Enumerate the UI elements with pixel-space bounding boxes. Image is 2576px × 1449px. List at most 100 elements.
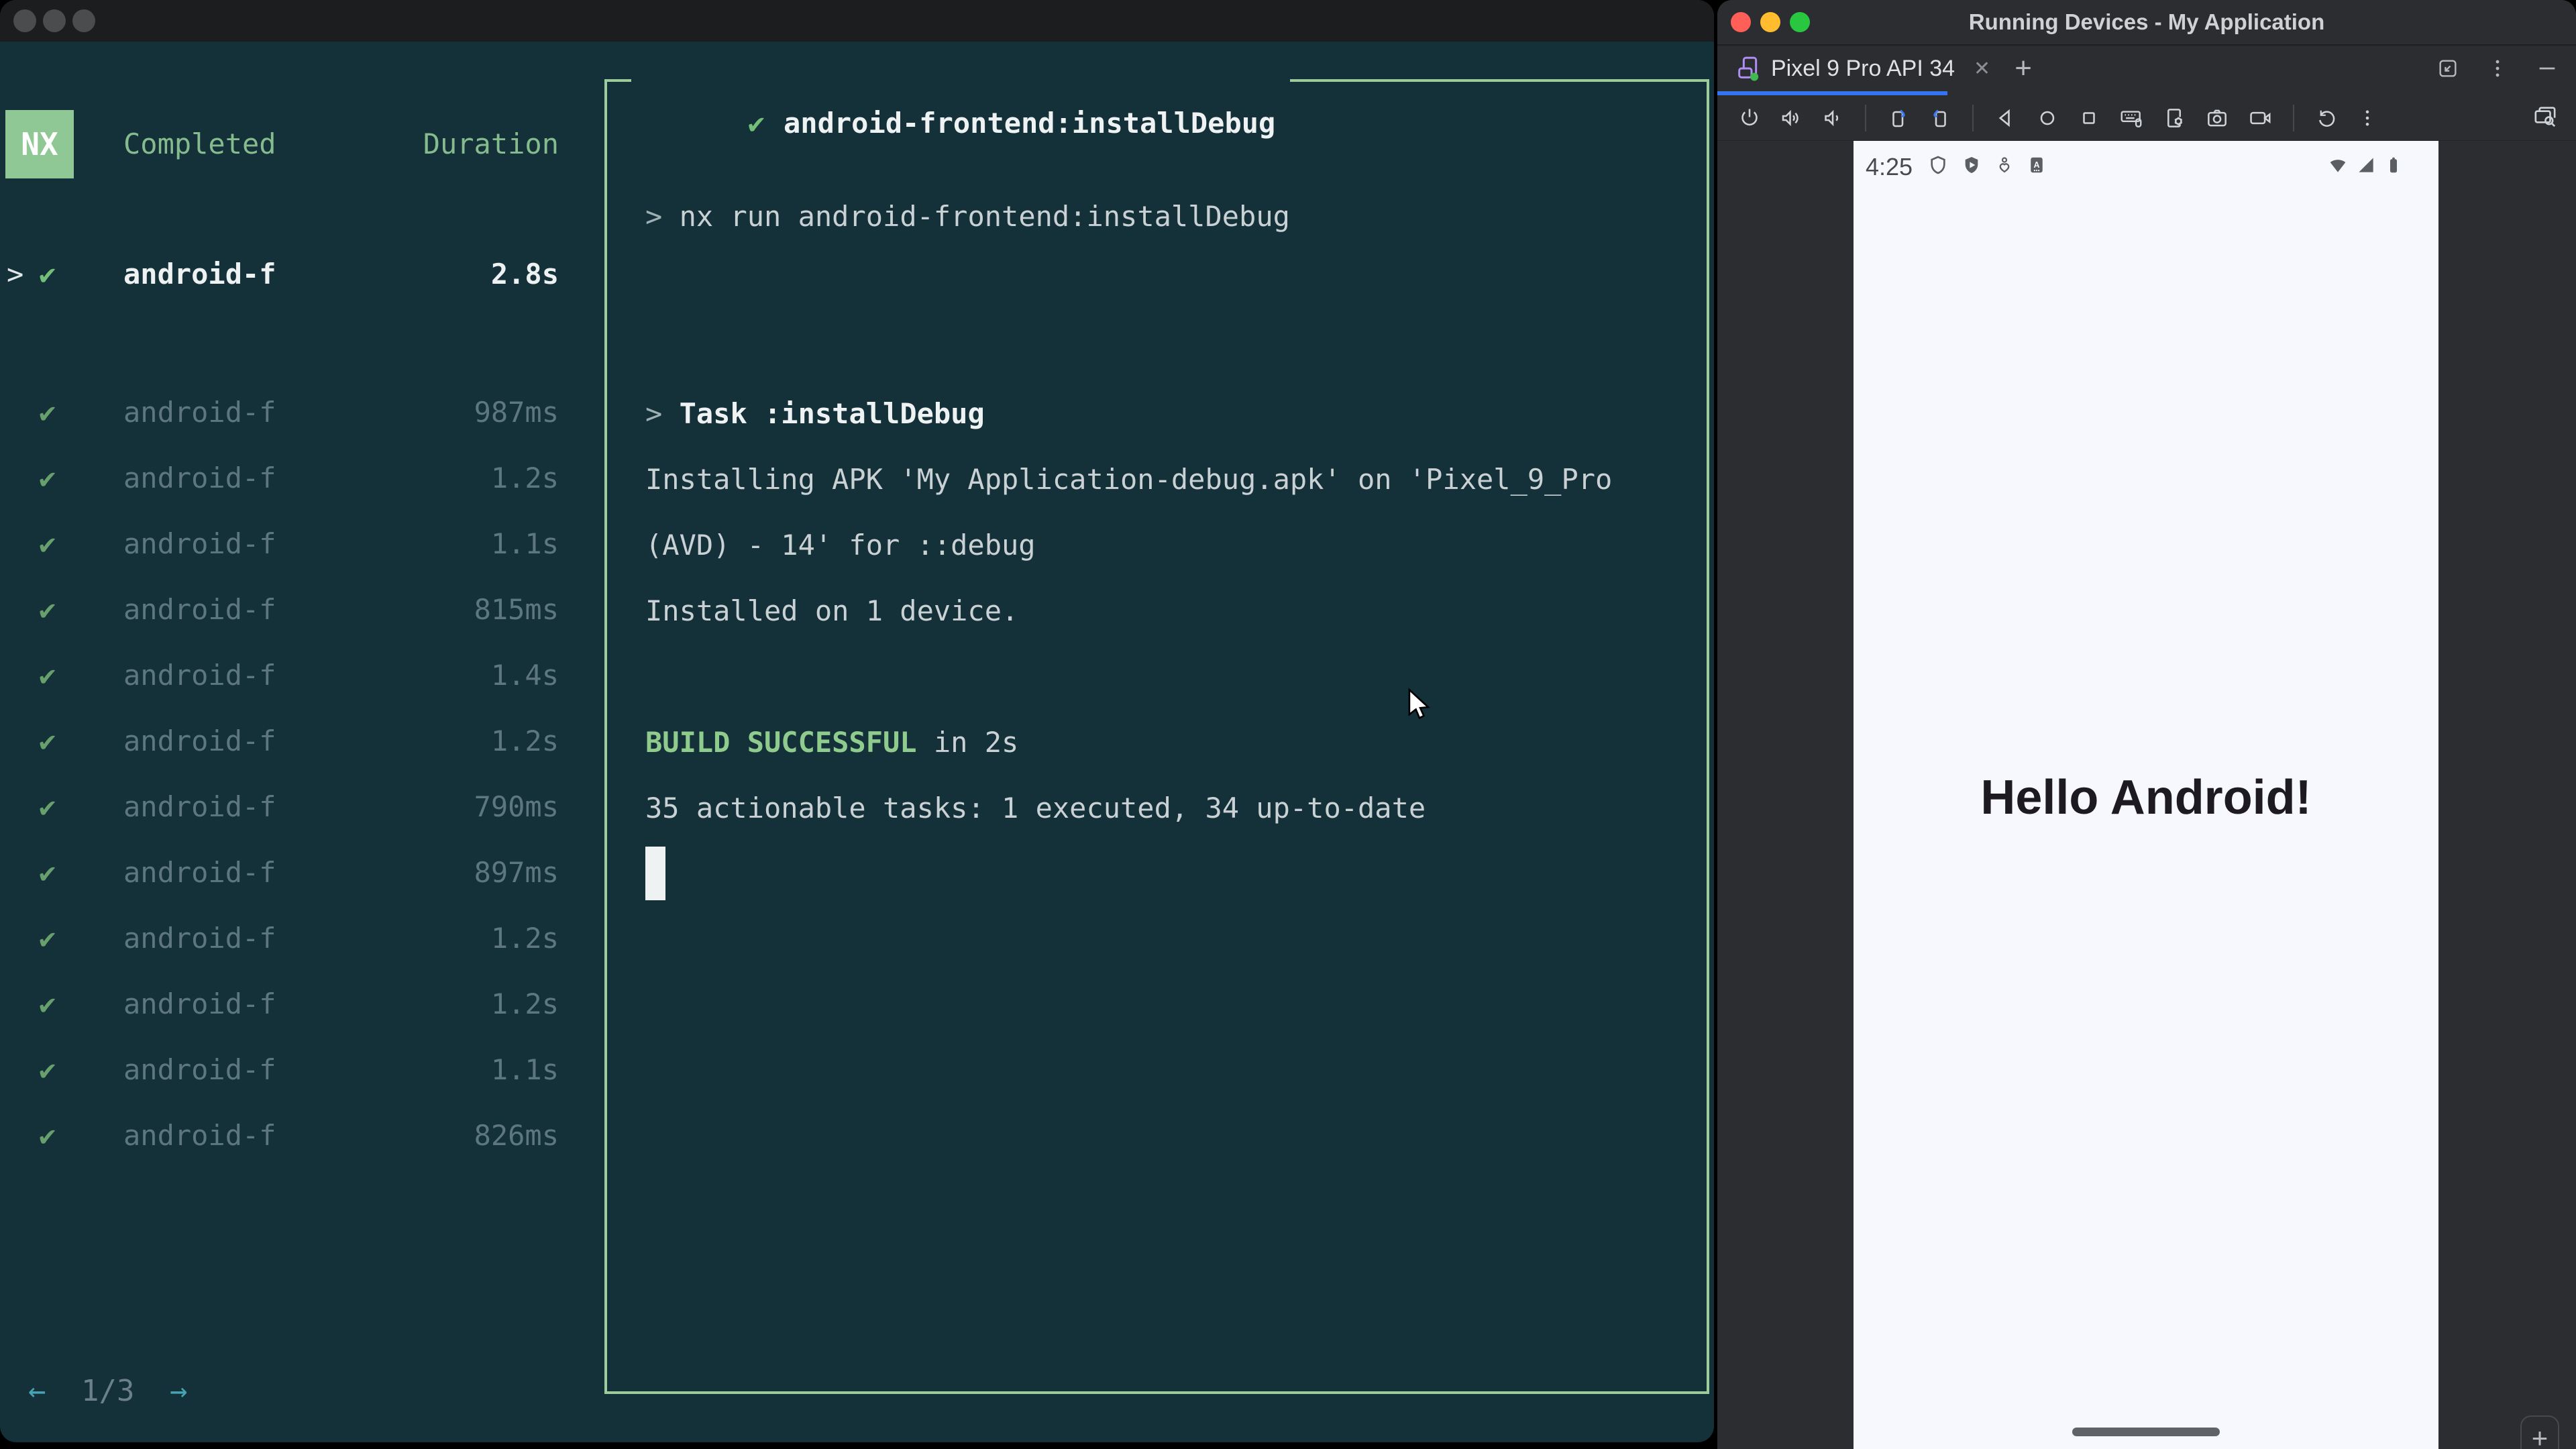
task-name: android-f xyxy=(123,593,276,626)
check-icon: ✔ xyxy=(39,856,56,889)
device-toolbar xyxy=(1717,95,2576,141)
task-name: android-f xyxy=(123,724,276,757)
signal-icon xyxy=(2359,158,2373,172)
wifi-icon xyxy=(2330,160,2346,172)
command-line: > nx run android-frontend:installDebug xyxy=(645,200,1290,233)
task-name: android-f xyxy=(123,790,276,823)
check-icon: ✔ xyxy=(747,107,765,140)
task-row[interactable]: ✔ android-f 790ms xyxy=(0,778,577,844)
check-icon: ✔ xyxy=(39,462,56,494)
task-duration: 987ms xyxy=(474,396,559,429)
status-bar: 4:25 A xyxy=(1854,150,2438,182)
more-vertical-icon[interactable] xyxy=(2356,107,2379,129)
mouse-cursor xyxy=(1408,688,1430,720)
rotate-right-icon[interactable] xyxy=(1928,106,1952,130)
task-row[interactable]: ✔ android-f 826ms xyxy=(0,1107,577,1173)
selected-task-name: android-f xyxy=(123,258,276,290)
tab-pixel-9-pro[interactable]: Pixel 9 Pro API 34 ✕ + xyxy=(1717,46,2032,91)
navigation-handle[interactable] xyxy=(2072,1428,2220,1436)
add-tab-icon[interactable]: + xyxy=(2015,52,2032,85)
screen-search-icon[interactable] xyxy=(2532,103,2559,130)
task-name: android-f xyxy=(123,1119,276,1152)
selected-task-duration: 2.8s xyxy=(490,258,559,290)
minimize-icon[interactable] xyxy=(2536,57,2559,80)
task-duration: 1.2s xyxy=(490,922,559,955)
task-row[interactable]: ✔ android-f 1.2s xyxy=(0,449,577,515)
task-output-panel: ✔ android-frontend:installDebug > nx run … xyxy=(604,59,1709,1394)
play-protect-icon xyxy=(1965,157,1978,173)
task-row[interactable]: ✔ android-f 1.4s xyxy=(0,647,577,712)
task-duration: 815ms xyxy=(474,593,559,626)
device-tab-bar: Pixel 9 Pro API 34 ✕ + xyxy=(1717,46,2576,95)
running-devices-window: Running Devices - My Application Pixel 9… xyxy=(1717,0,2576,1449)
battery-icon xyxy=(2390,157,2397,173)
device-screen[interactable]: 4:25 A Hello Android! xyxy=(1854,141,2438,1449)
power-icon[interactable] xyxy=(1737,106,1762,130)
task-duration: 790ms xyxy=(474,790,559,823)
task-duration: 897ms xyxy=(474,856,559,889)
zoom-controls-panel: + − 1:1 xyxy=(2520,1415,2559,1449)
check-icon: ✔ xyxy=(39,922,56,955)
more-vertical-icon[interactable] xyxy=(2486,57,2509,80)
task-row[interactable]: ✔ android-f 1.1s xyxy=(0,515,577,581)
completed-column-header: Completed xyxy=(123,127,276,160)
next-page-arrow[interactable]: → xyxy=(170,1374,188,1408)
task-row[interactable]: ✔ android-f 1.1s xyxy=(0,1041,577,1107)
task-row[interactable]: ✔ android-f 987ms xyxy=(0,384,577,449)
duration-column-header: Duration xyxy=(423,127,559,160)
close-tab-icon[interactable]: ✕ xyxy=(1974,57,1990,80)
task-row[interactable]: ✔ android-f 897ms xyxy=(0,844,577,910)
output-title: ✔ android-frontend:installDebug xyxy=(631,59,1291,140)
selected-task-row[interactable]: > ✔ android-f 2.8s xyxy=(0,258,577,298)
check-icon: ✔ xyxy=(39,1053,56,1086)
zoom-in-button[interactable]: + xyxy=(2532,1424,2548,1449)
screenshot-icon[interactable] xyxy=(2204,105,2230,131)
window-title: Running Devices - My Application xyxy=(1968,9,2325,34)
toolbar-divider xyxy=(1865,104,1866,131)
nx-terminal-window: NX Completed Duration > ✔ android-f 2.8s… xyxy=(0,0,1714,1442)
reset-icon[interactable] xyxy=(2314,106,2339,130)
volume-down-icon[interactable] xyxy=(1821,106,1845,130)
app-badge-icon: A xyxy=(2031,157,2043,173)
check-icon: ✔ xyxy=(39,593,56,626)
task-duration: 1.1s xyxy=(490,1053,559,1086)
check-icon: ✔ xyxy=(39,258,56,290)
check-icon: ✔ xyxy=(39,987,56,1020)
check-icon: ✔ xyxy=(39,527,56,560)
close-window-icon[interactable] xyxy=(13,9,36,32)
task-row[interactable]: ✔ android-f 1.2s xyxy=(0,910,577,975)
volume-up-icon[interactable] xyxy=(1779,106,1803,130)
task-name: android-f xyxy=(123,1053,276,1086)
minimize-window-icon[interactable] xyxy=(43,9,66,32)
task-duration: 1.1s xyxy=(490,527,559,560)
task-row[interactable]: ✔ android-f 1.2s xyxy=(0,975,577,1041)
task-duration: 1.2s xyxy=(490,724,559,757)
studio-titlebar: Running Devices - My Application xyxy=(1717,0,2576,46)
task-heading-line: > Task :installDebug xyxy=(645,397,985,430)
output-title-text: android-frontend:installDebug xyxy=(784,107,1276,140)
task-duration: 1.2s xyxy=(490,987,559,1020)
device-settings-icon[interactable] xyxy=(2161,105,2187,131)
terminal-cursor xyxy=(645,847,665,900)
maximize-window-icon[interactable] xyxy=(72,9,95,32)
task-row[interactable]: ✔ android-f 1.2s xyxy=(0,712,577,778)
terminal-titlebar xyxy=(0,0,1714,42)
selected-arrow-icon: > xyxy=(7,258,24,290)
keyboard-icon[interactable] xyxy=(2118,105,2144,131)
check-icon: ✔ xyxy=(39,1119,56,1152)
task-row[interactable]: ✔ android-f 815ms xyxy=(0,581,577,647)
rotate-left-icon[interactable] xyxy=(1886,106,1911,130)
screen-record-icon[interactable] xyxy=(2247,105,2273,131)
status-time: 4:25 xyxy=(1866,153,1913,180)
home-icon[interactable] xyxy=(2035,106,2059,130)
page-indicator: 1/3 xyxy=(81,1374,135,1408)
task-name: android-f xyxy=(123,659,276,692)
dock-window-icon[interactable] xyxy=(2436,57,2459,80)
overview-icon[interactable] xyxy=(2077,106,2101,130)
check-icon: ✔ xyxy=(39,659,56,692)
prev-page-arrow[interactable]: ← xyxy=(28,1374,46,1408)
supervised-user-icon xyxy=(1999,157,2010,173)
back-icon[interactable] xyxy=(1994,106,2018,130)
task-name: android-f xyxy=(123,987,276,1020)
check-icon: ✔ xyxy=(39,396,56,429)
